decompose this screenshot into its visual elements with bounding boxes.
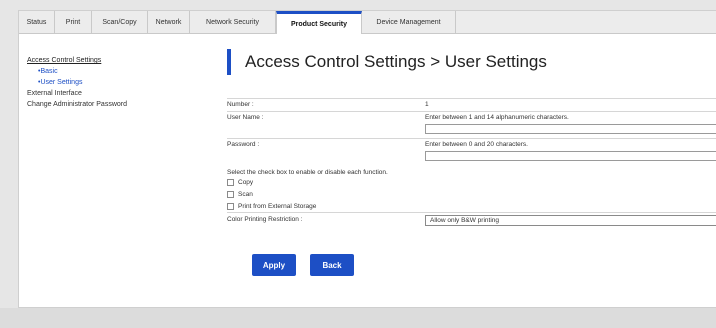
web-config-frame: Status Print Scan/Copy Network Network S… [18, 10, 716, 308]
main-content: Access Control Settings > User Settings … [227, 47, 716, 226]
sidebar-item-change-admin-password[interactable]: Change Administrator Password [27, 99, 207, 110]
number-label: Number : [227, 101, 254, 108]
sidebar: Access Control Settings •Basic •User Set… [27, 55, 207, 110]
password-input[interactable] [425, 151, 716, 161]
button-group: Apply Back [252, 254, 354, 276]
password-row: Password : Enter between 0 and 20 charac… [227, 138, 716, 165]
password-label: Password : [227, 141, 260, 148]
bottom-strip [0, 308, 716, 328]
tab-scan-copy[interactable]: Scan/Copy [92, 11, 148, 33]
color-printing-select[interactable]: Allow only B&W printing ▼ [425, 215, 716, 226]
tab-status[interactable]: Status [19, 11, 55, 33]
tab-bar: Status Print Scan/Copy Network Network S… [19, 11, 716, 34]
tab-network-security[interactable]: Network Security [190, 11, 276, 33]
checkbox-scan-row: Scan [227, 188, 716, 200]
sidebar-item-user-settings[interactable]: •User Settings [27, 77, 207, 88]
color-printing-label: Color Printing Restriction : [227, 216, 303, 223]
scan-label: Scan [238, 190, 253, 198]
username-row: User Name : Enter between 1 and 14 alpha… [227, 111, 716, 138]
checkbox-external-storage-row: Print from External Storage [227, 200, 716, 212]
sidebar-access-control-settings[interactable]: Access Control Settings [27, 55, 207, 66]
checkbox-copy-row: Copy [227, 176, 716, 188]
tab-network[interactable]: Network [148, 11, 190, 33]
title-accent-bar [227, 49, 231, 75]
copy-checkbox[interactable] [227, 178, 234, 186]
username-input[interactable] [425, 124, 716, 134]
number-value: 1 [425, 101, 429, 108]
checkbox-instruction: Select the check box to enable or disabl… [227, 169, 388, 176]
tab-product-security[interactable]: Product Security [276, 11, 362, 34]
copy-label: Copy [238, 178, 254, 186]
back-button[interactable]: Back [310, 254, 354, 276]
scan-checkbox[interactable] [227, 190, 234, 198]
page-title: Access Control Settings > User Settings [245, 52, 547, 71]
sidebar-item-external-interface[interactable]: External Interface [27, 88, 207, 99]
password-hint: Enter between 0 and 20 characters. [425, 141, 528, 148]
username-label: User Name : [227, 114, 264, 121]
print-external-storage-label: Print from External Storage [238, 202, 317, 210]
apply-button[interactable]: Apply [252, 254, 296, 276]
page-title-row: Access Control Settings > User Settings [227, 47, 716, 77]
sidebar-item-basic[interactable]: •Basic [27, 66, 207, 77]
color-printing-value: Allow only B&W printing [430, 217, 499, 224]
number-row: Number : 1 [227, 98, 716, 111]
user-settings-form: Number : 1 User Name : Enter between 1 a… [227, 98, 716, 227]
username-hint: Enter between 1 and 14 alphanumeric char… [425, 114, 569, 121]
color-printing-row: Color Printing Restriction : Allow only … [227, 212, 716, 227]
print-external-storage-checkbox[interactable] [227, 202, 234, 210]
tab-print[interactable]: Print [55, 11, 92, 33]
tab-device-management[interactable]: Device Management [362, 11, 456, 33]
